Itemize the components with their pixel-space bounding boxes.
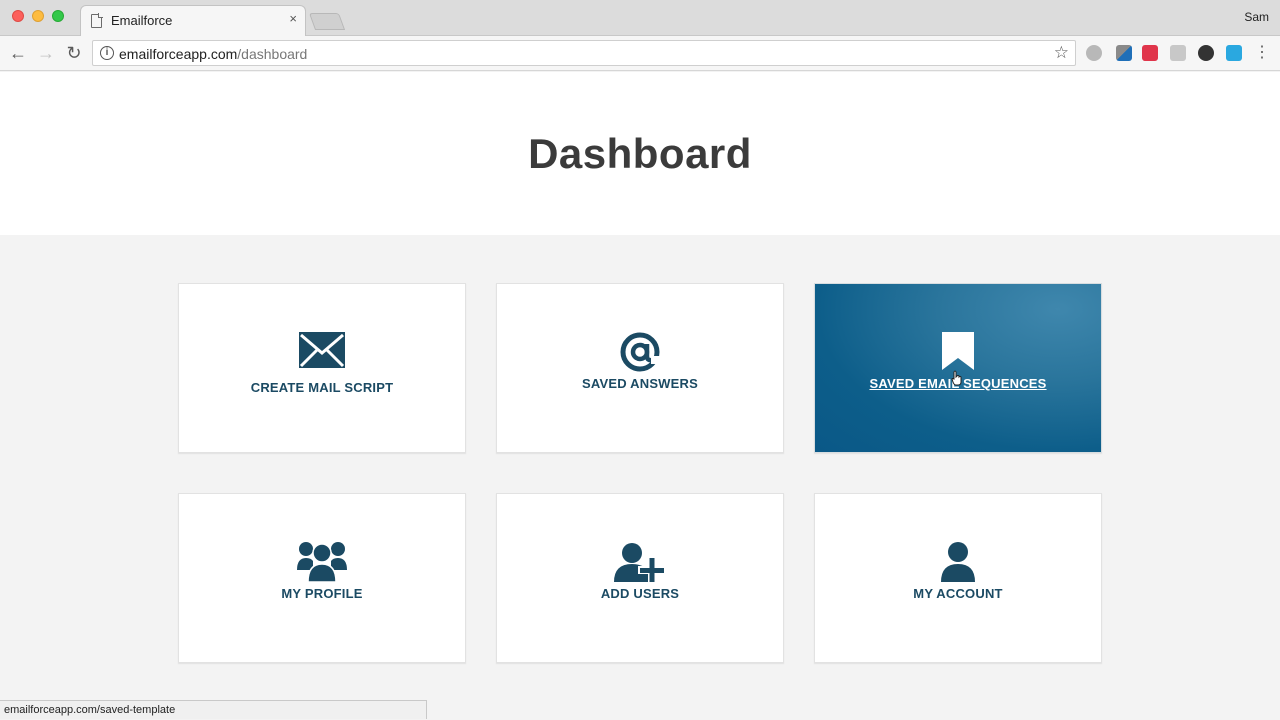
page-title: Dashboard	[528, 130, 752, 177]
forward-button[interactable]: →	[36, 43, 56, 63]
card-create-mail-script[interactable]: CREATE MAIL SCRIPT	[178, 283, 466, 453]
bookmark-star-icon[interactable]: ☆	[1054, 43, 1069, 63]
extension-puzzle-icon[interactable]	[1086, 45, 1102, 61]
card-label: SAVED ANSWERS	[581, 376, 698, 391]
extension-pocket-icon[interactable]	[1142, 45, 1158, 61]
extension-screenshot-icon[interactable]	[1226, 45, 1242, 61]
card-saved-email-sequences[interactable]: SAVED EMAIL SEQUENCES	[814, 283, 1102, 453]
card-label: ADD USERS	[600, 586, 680, 601]
user-plus-icon	[614, 543, 666, 582]
minimize-window-button[interactable]	[32, 10, 44, 22]
browser-tab[interactable]: Emailforce ×	[80, 5, 306, 36]
page-header: Dashboard	[0, 72, 1280, 235]
url-text[interactable]: emailforceapp.com/dashboard	[119, 46, 307, 62]
tab-close-button[interactable]: ×	[289, 11, 297, 26]
link-status-bar: emailforceapp.com/saved-template	[0, 700, 427, 719]
back-button[interactable]: ←	[8, 43, 28, 63]
maximize-window-button[interactable]	[52, 10, 64, 22]
tab-title: Emailforce	[111, 13, 173, 28]
profile-name[interactable]: Sam	[1244, 10, 1269, 24]
card-label: MY ACCOUNT	[913, 586, 1003, 601]
user-icon	[941, 542, 975, 582]
url-host: emailforceapp.com	[119, 46, 238, 62]
extension-code-icon[interactable]	[1170, 45, 1186, 61]
reload-button[interactable]: ↻	[64, 43, 84, 63]
card-saved-answers[interactable]: SAVED ANSWERS	[496, 283, 784, 453]
browser-toolbar: ← → ↻ i emailforceapp.com/dashboard ☆ ⋮	[0, 36, 1280, 71]
at-sign-icon	[620, 332, 661, 372]
bookmark-icon	[942, 332, 974, 370]
url-path: /dashboard	[237, 46, 308, 62]
card-my-account[interactable]: MY ACCOUNT	[814, 493, 1102, 663]
envelope-icon	[299, 332, 345, 368]
extension-record-icon[interactable]	[1198, 45, 1214, 61]
card-label: CREATE MAIL SCRIPT	[250, 380, 394, 395]
address-bar[interactable]: i emailforceapp.com/dashboard ☆	[92, 40, 1076, 66]
browser-titlebar: Emailforce × Sam	[0, 0, 1280, 36]
browser-menu-icon[interactable]: ⋮	[1252, 43, 1272, 63]
info-icon[interactable]: i	[100, 46, 114, 60]
close-window-button[interactable]	[12, 10, 24, 22]
users-group-icon	[297, 542, 347, 582]
card-add-users[interactable]: ADD USERS	[496, 493, 784, 663]
new-tab-button[interactable]	[308, 13, 346, 30]
document-icon	[91, 13, 103, 28]
card-my-profile[interactable]: MY PROFILE	[178, 493, 466, 663]
card-label: MY PROFILE	[281, 586, 363, 601]
hand-cursor-icon	[951, 370, 962, 386]
extension-tool-icon[interactable]	[1116, 45, 1132, 61]
